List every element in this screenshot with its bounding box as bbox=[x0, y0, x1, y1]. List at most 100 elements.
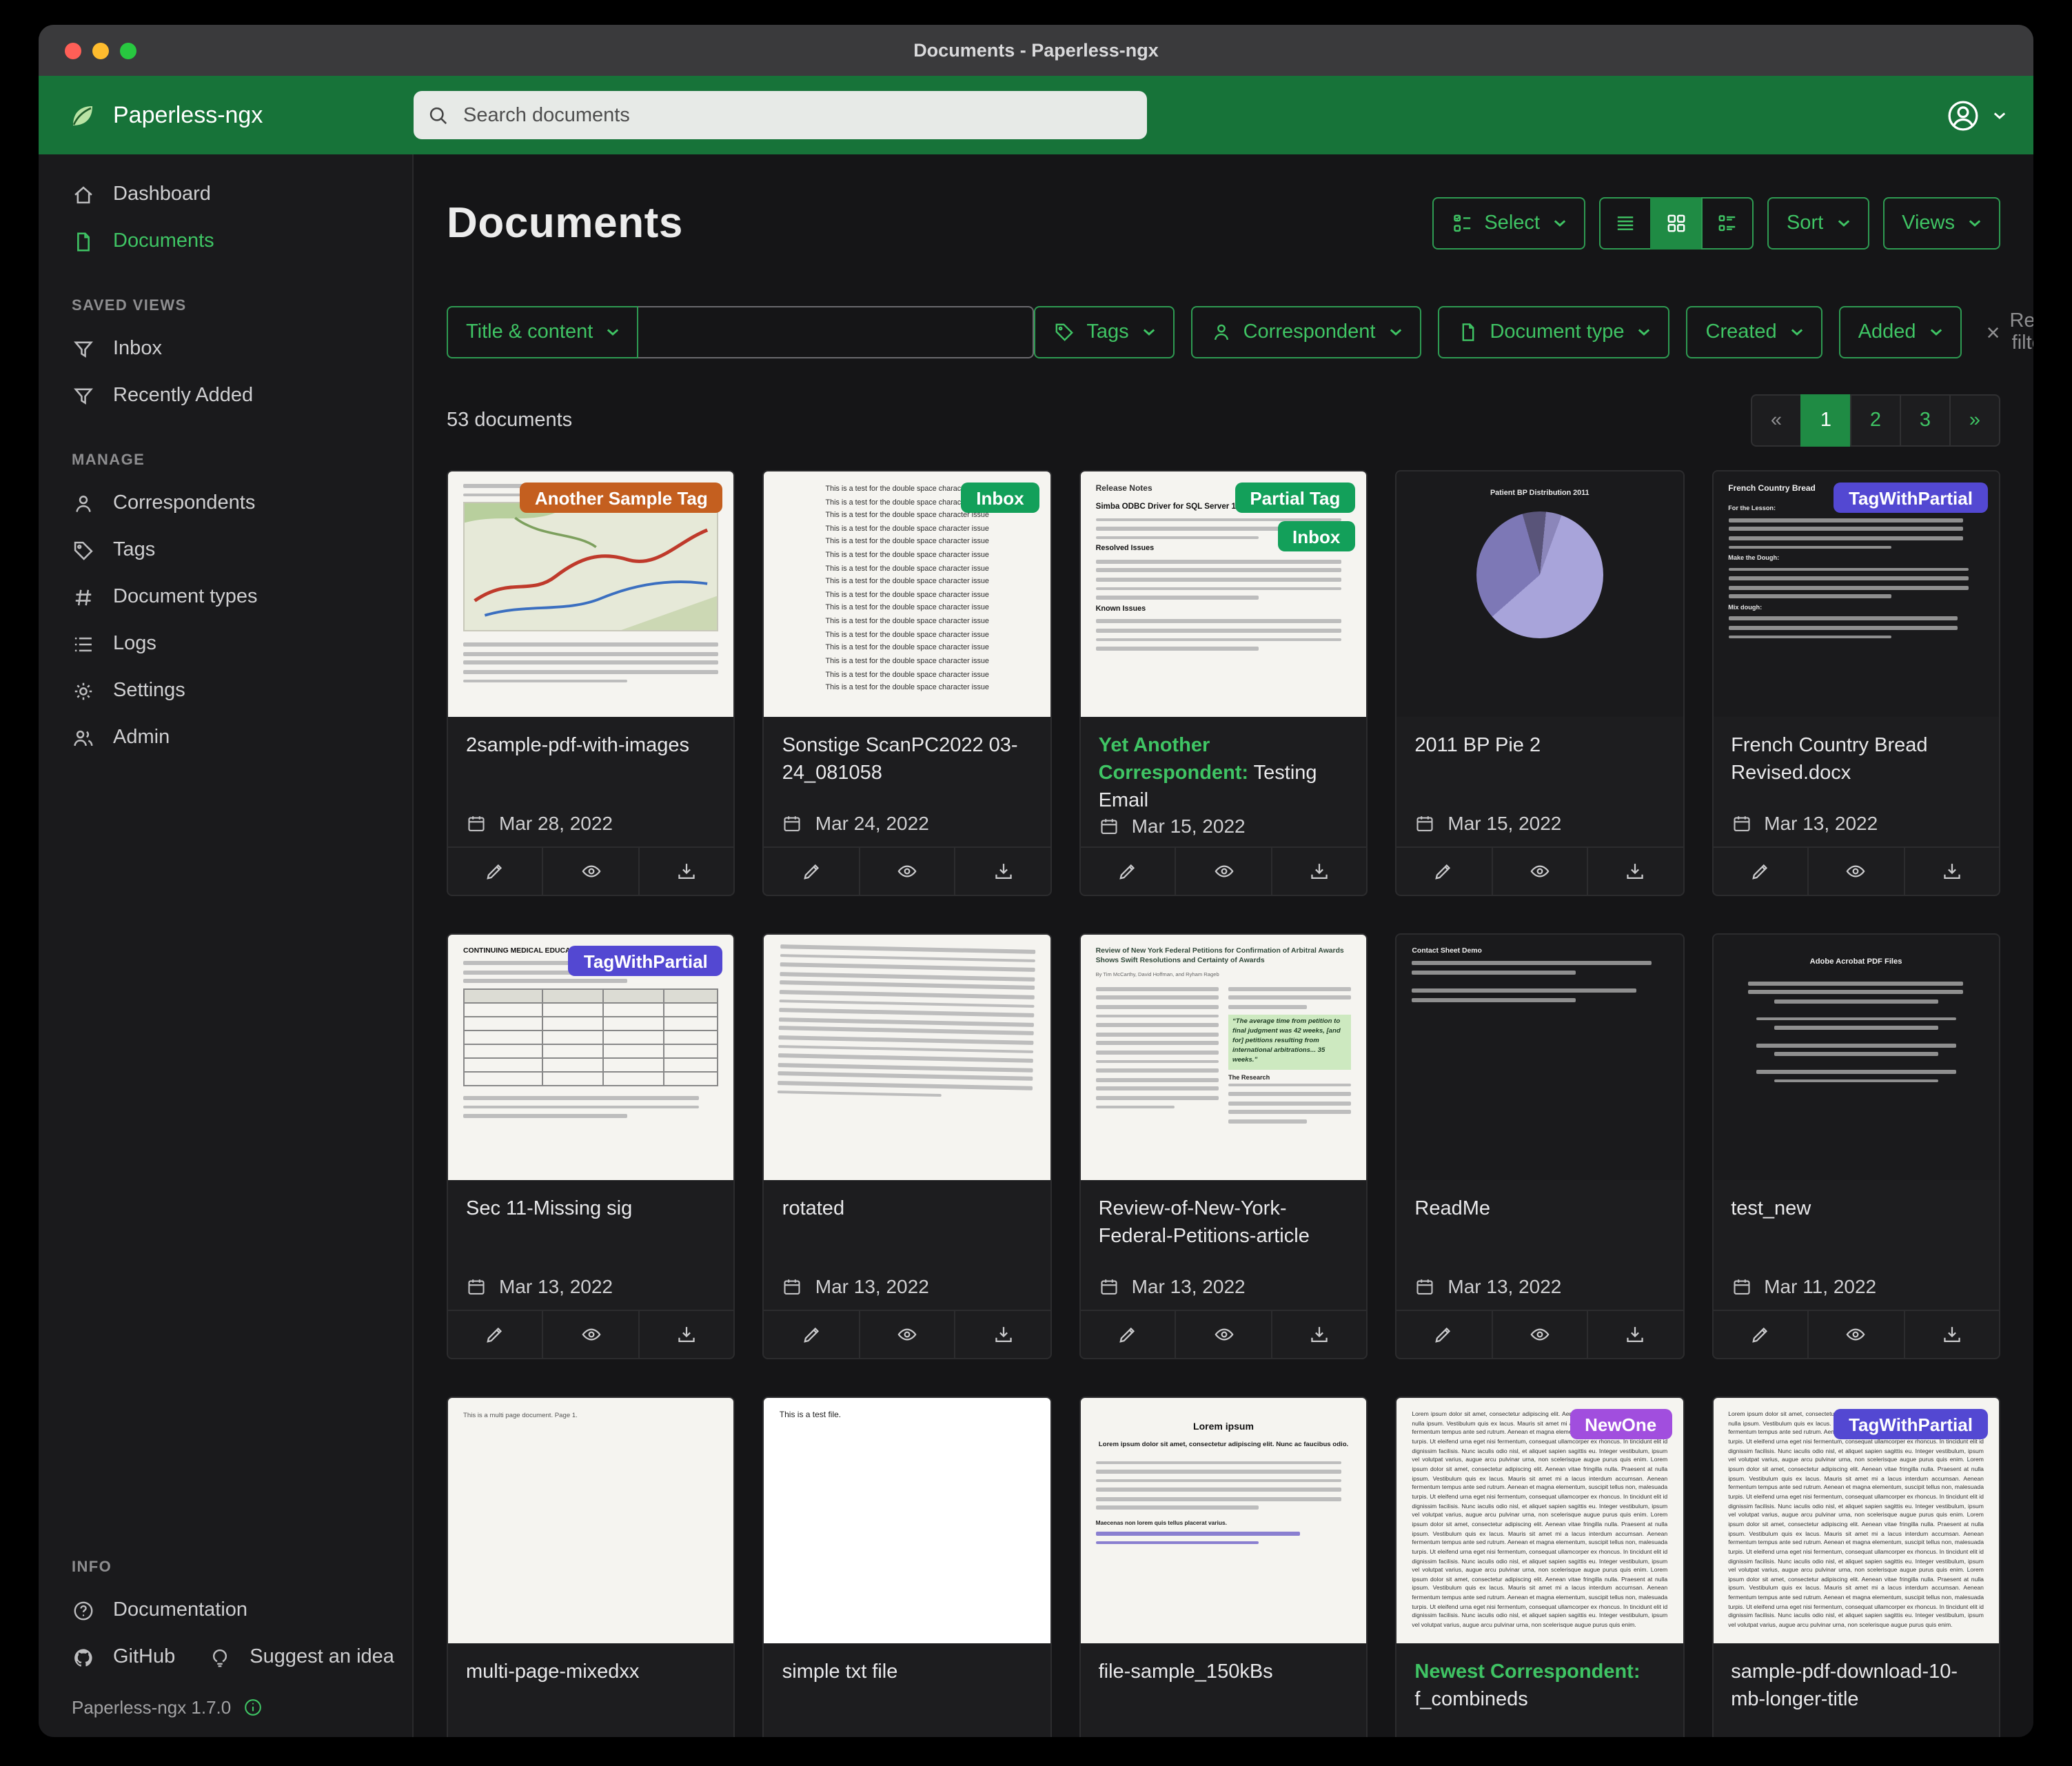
document-thumbnail[interactable]: This is a test for the double space char… bbox=[764, 471, 1050, 717]
view-document-button[interactable] bbox=[1175, 1311, 1271, 1358]
tag-pill[interactable]: NewOne bbox=[1570, 1409, 1672, 1439]
view-document-button[interactable] bbox=[542, 1311, 638, 1358]
view-grid-button[interactable] bbox=[1650, 197, 1703, 250]
download-document-button[interactable] bbox=[955, 848, 1050, 895]
search-input[interactable] bbox=[460, 103, 1133, 128]
view-document-button[interactable] bbox=[859, 848, 955, 895]
sidebar-item-admin[interactable]: Admin bbox=[39, 714, 412, 761]
view-list-button[interactable] bbox=[1599, 197, 1652, 250]
document-thumbnail[interactable]: Release NotesSimba ODBC Driver for SQL S… bbox=[1081, 471, 1367, 717]
document-thumbnail[interactable]: Lorem ipsum dolor sit amet, consectetur … bbox=[1396, 1398, 1683, 1643]
sidebar-item-settings[interactable]: Settings bbox=[39, 667, 412, 714]
view-document-button[interactable] bbox=[1807, 1311, 1903, 1358]
document-thumbnail[interactable]: This is a test file. bbox=[764, 1398, 1050, 1643]
document-thumbnail[interactable]: Patient BP Distribution 2011 bbox=[1396, 471, 1683, 717]
document-title[interactable]: test_new bbox=[1731, 1195, 1981, 1223]
document-thumbnail[interactable] bbox=[764, 935, 1050, 1180]
sort-button[interactable]: Sort bbox=[1767, 197, 1869, 250]
filter-created-button[interactable]: Created bbox=[1687, 306, 1822, 358]
tag-pill[interactable]: Partial Tag bbox=[1235, 483, 1355, 513]
info-icon[interactable] bbox=[242, 1697, 263, 1718]
sidebar-item-inbox[interactable]: Inbox bbox=[39, 325, 412, 372]
tag-pill[interactable]: Inbox bbox=[1277, 521, 1355, 551]
document-thumbnail[interactable]: Lorem ipsum dolor sit amet, consectetur … bbox=[1713, 1398, 1999, 1643]
document-thumbnail[interactable]: Adobe Acrobat PDF Files bbox=[1713, 935, 1999, 1180]
document-title[interactable]: Newest Correspondent: f_combineds bbox=[1414, 1658, 1665, 1714]
document-title[interactable]: Sec 11-Missing sig bbox=[466, 1195, 716, 1223]
document-thumbnail[interactable]: CONTINUING MEDICAL EDUCATIONTagWithParti… bbox=[448, 935, 734, 1180]
download-document-button[interactable] bbox=[955, 1311, 1050, 1358]
download-document-button[interactable] bbox=[1903, 1311, 1999, 1358]
pagination-next-button[interactable]: » bbox=[1949, 394, 2000, 447]
document-correspondent-link[interactable]: Newest Correspondent: bbox=[1414, 1661, 1640, 1683]
filter-added-button[interactable]: Added bbox=[1839, 306, 1962, 358]
view-document-button[interactable] bbox=[1807, 848, 1903, 895]
download-document-button[interactable] bbox=[1903, 848, 1999, 895]
edit-document-button[interactable] bbox=[1713, 848, 1807, 895]
edit-document-button[interactable] bbox=[1396, 1311, 1491, 1358]
edit-document-button[interactable] bbox=[1081, 1311, 1175, 1358]
sidebar-item-documentation[interactable]: Documentation bbox=[39, 1587, 412, 1634]
document-title[interactable]: 2011 BP Pie 2 bbox=[1414, 732, 1665, 760]
sidebar-item-documents[interactable]: Documents bbox=[39, 218, 412, 265]
document-title[interactable]: Yet Another Correspondent: Testing Email bbox=[1099, 732, 1349, 815]
view-document-button[interactable] bbox=[542, 848, 638, 895]
document-title[interactable]: Sonstige ScanPC2022 03-24_081058 bbox=[782, 732, 1033, 787]
filter-text-input[interactable] bbox=[638, 306, 1034, 358]
download-document-button[interactable] bbox=[1587, 1311, 1683, 1358]
edit-document-button[interactable] bbox=[764, 848, 859, 895]
suggest-idea-link[interactable]: Suggest an idea bbox=[189, 1634, 408, 1681]
pagination-prev-button[interactable]: « bbox=[1751, 394, 1802, 447]
view-document-button[interactable] bbox=[1175, 848, 1271, 895]
filter-field-button[interactable]: Title & content bbox=[447, 306, 638, 358]
document-thumbnail[interactable]: Lorem ipsumLorem ipsum dolor sit amet, c… bbox=[1081, 1398, 1367, 1643]
view-detail-button[interactable] bbox=[1701, 197, 1754, 250]
view-document-button[interactable] bbox=[1491, 1311, 1587, 1358]
document-title[interactable]: ReadMe bbox=[1414, 1195, 1665, 1223]
download-document-button[interactable] bbox=[1270, 848, 1366, 895]
edit-document-button[interactable] bbox=[448, 1311, 542, 1358]
pagination-page-3-button[interactable]: 3 bbox=[1900, 394, 1951, 447]
edit-document-button[interactable] bbox=[1081, 848, 1175, 895]
download-document-button[interactable] bbox=[1270, 1311, 1366, 1358]
download-document-button[interactable] bbox=[638, 848, 734, 895]
view-document-button[interactable] bbox=[859, 1311, 955, 1358]
window-minimize-button[interactable] bbox=[92, 42, 109, 59]
download-document-button[interactable] bbox=[638, 1311, 734, 1358]
document-thumbnail[interactable]: Review of New York Federal Petitions for… bbox=[1081, 935, 1367, 1180]
filter-document-type-button[interactable]: Document type bbox=[1437, 306, 1669, 358]
edit-document-button[interactable] bbox=[448, 848, 542, 895]
sidebar-item-tags[interactable]: Tags bbox=[39, 527, 412, 574]
edit-document-button[interactable] bbox=[1396, 848, 1491, 895]
sidebar-item-dashboard[interactable]: Dashboard bbox=[39, 171, 412, 218]
sidebar-item-logs[interactable]: Logs bbox=[39, 620, 412, 667]
user-menu-button[interactable] bbox=[1945, 97, 2006, 133]
tag-pill[interactable]: Another Sample Tag bbox=[520, 483, 723, 513]
pagination-page-1-button[interactable]: 1 bbox=[1800, 394, 1851, 447]
document-title[interactable]: rotated bbox=[782, 1195, 1033, 1223]
tag-pill[interactable]: Inbox bbox=[961, 483, 1039, 513]
document-thumbnail[interactable]: French Country BreadFor the Lesson:Make … bbox=[1713, 471, 1999, 717]
window-close-button[interactable] bbox=[65, 42, 81, 59]
document-title[interactable]: simple txt file bbox=[782, 1658, 1033, 1686]
document-title[interactable]: 2sample-pdf-with-images bbox=[466, 732, 716, 760]
sidebar-item-correspondents[interactable]: Correspondents bbox=[39, 480, 412, 527]
sidebar-item-recently-added[interactable]: Recently Added bbox=[39, 372, 412, 419]
select-button[interactable]: Select bbox=[1432, 197, 1585, 250]
document-title[interactable]: sample-pdf-download-10-mb-longer-title bbox=[1731, 1658, 1981, 1714]
document-thumbnail[interactable]: This is a multi page document. Page 1. bbox=[448, 1398, 734, 1643]
sidebar-item-document-types[interactable]: Document types bbox=[39, 574, 412, 620]
views-button[interactable]: Views bbox=[1882, 197, 2000, 250]
download-document-button[interactable] bbox=[1587, 848, 1683, 895]
filter-tags-button[interactable]: Tags bbox=[1034, 306, 1174, 358]
global-search[interactable] bbox=[414, 91, 1147, 139]
tag-pill[interactable]: TagWithPartial bbox=[1834, 483, 1988, 513]
view-document-button[interactable] bbox=[1491, 848, 1587, 895]
edit-document-button[interactable] bbox=[1713, 1311, 1807, 1358]
document-title[interactable]: file-sample_150kBs bbox=[1099, 1658, 1349, 1686]
document-title[interactable]: multi-page-mixedxx bbox=[466, 1658, 716, 1686]
tag-pill[interactable]: TagWithPartial bbox=[1834, 1409, 1988, 1439]
document-thumbnail[interactable]: Another Sample Tag bbox=[448, 471, 734, 717]
document-thumbnail[interactable]: Contact Sheet Demo bbox=[1396, 935, 1683, 1180]
edit-document-button[interactable] bbox=[764, 1311, 859, 1358]
